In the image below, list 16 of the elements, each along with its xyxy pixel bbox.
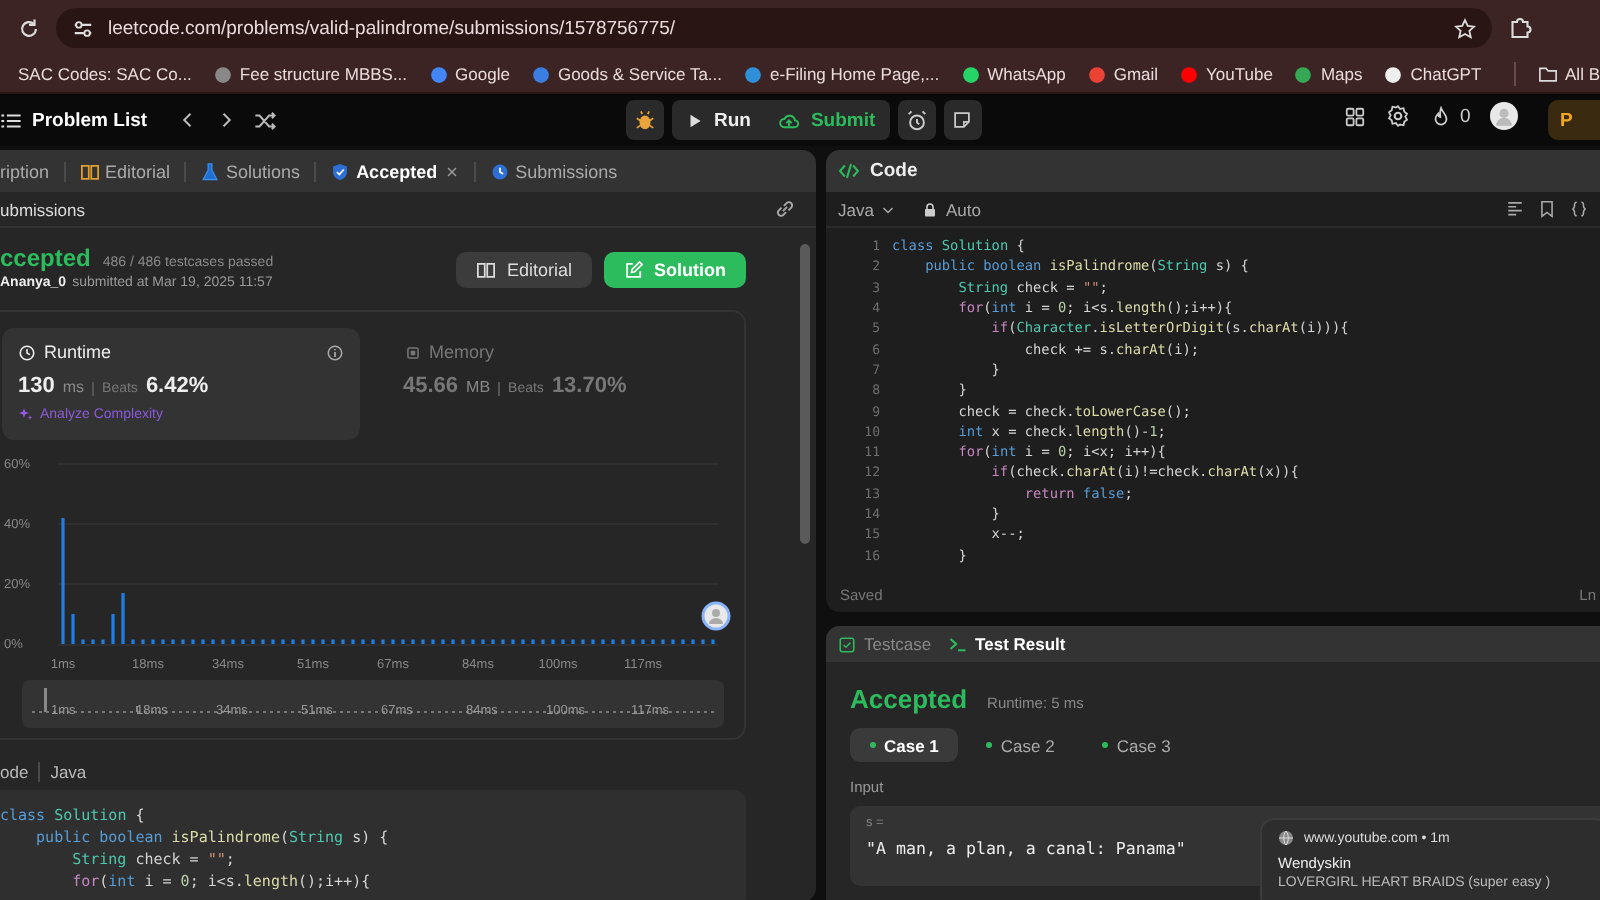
metric-title: Runtime (44, 342, 112, 362)
metric-value: 45.66 (403, 374, 459, 398)
url-text: leetcode.com/problems/valid-palindrome/submissions/1578756775/ (108, 17, 678, 39)
metric-unit: MB (466, 378, 491, 396)
breadcrumb-title: ubmissions (0, 199, 86, 219)
verdict-text: Accepted (850, 684, 968, 714)
metric-title: Memory (429, 342, 495, 362)
panel-title: Code (870, 160, 918, 182)
status-text: ccepted (0, 244, 91, 272)
auto-mode-label: Auto (921, 199, 981, 219)
metric-unit: ms (62, 378, 85, 396)
beats-percent: 13.70% (551, 374, 627, 398)
metric-value: 130 (18, 374, 55, 398)
language-label: Java (50, 762, 87, 782)
beats-percent: 6.42% (145, 374, 209, 398)
section-title: ode (0, 762, 29, 782)
